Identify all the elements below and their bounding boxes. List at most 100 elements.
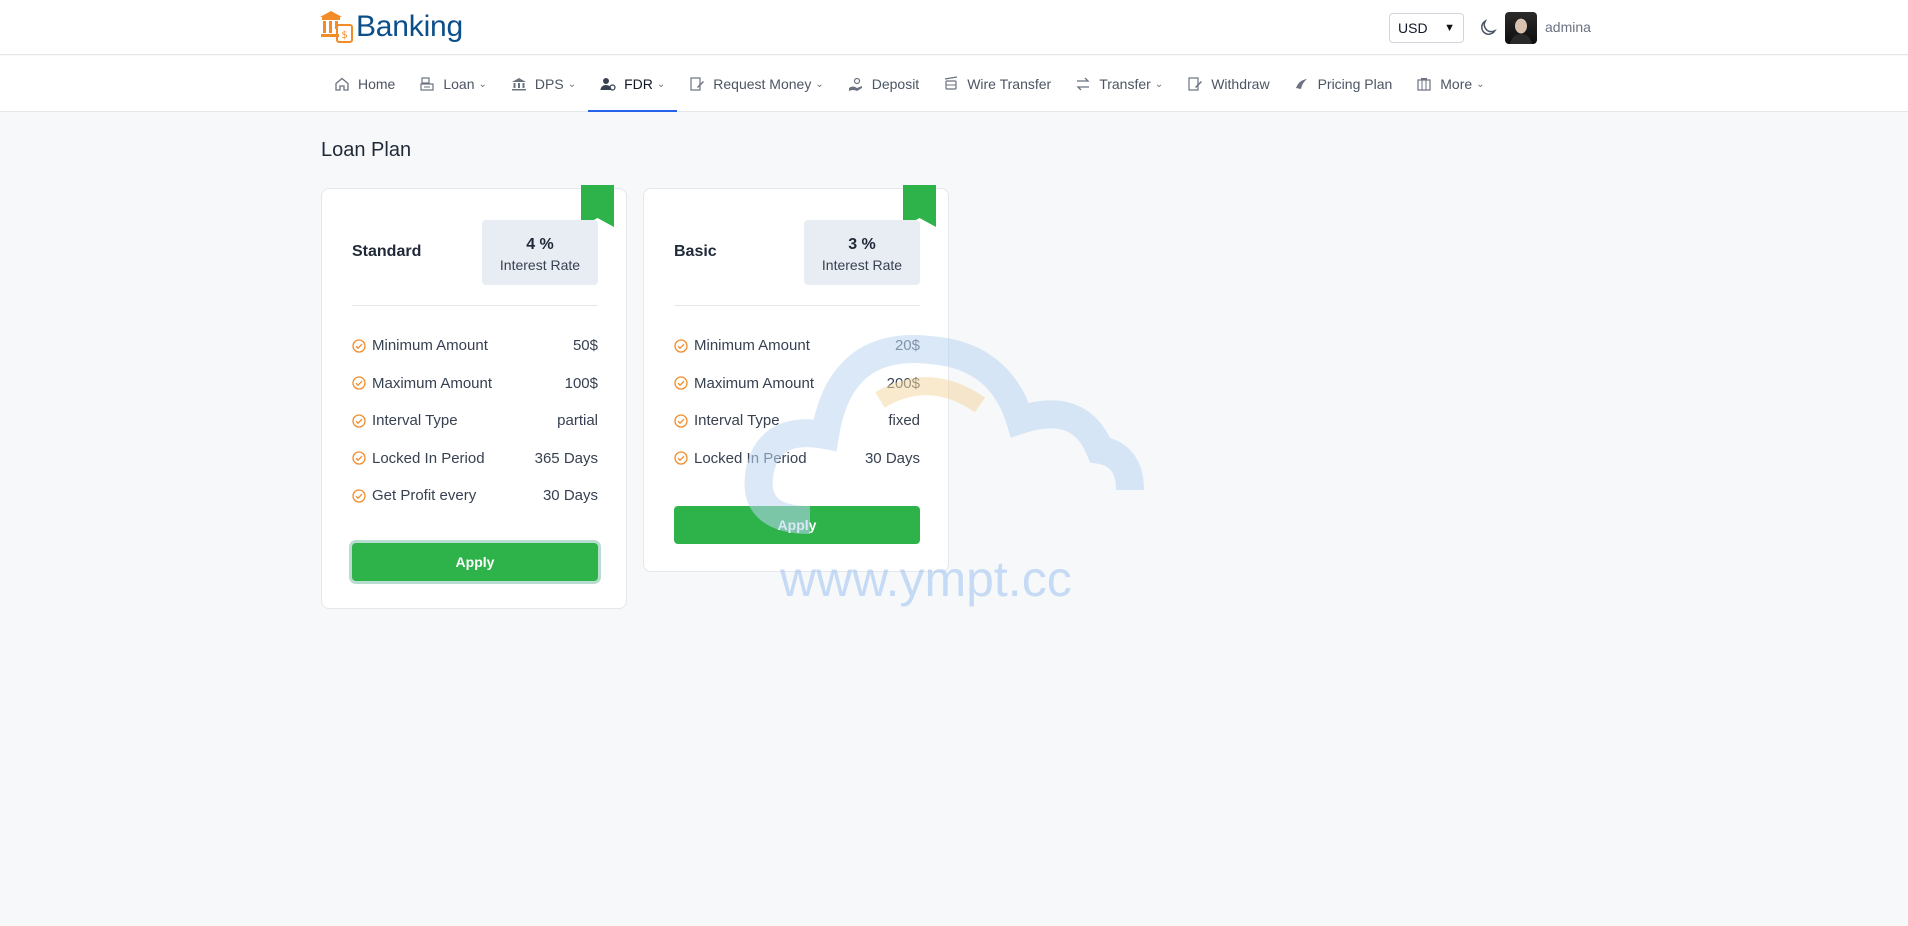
nav-item-dps[interactable]: DPS ⌄: [499, 56, 588, 112]
chevron-down-icon: ⌄: [1154, 78, 1164, 90]
chevron-down-icon: ⌄: [656, 78, 666, 90]
nav-label: Pricing Plan: [1317, 76, 1393, 92]
feature-value: 200$: [886, 374, 920, 392]
plan-features: Minimum Amount 50$ Maximum Amount 100$ I…: [352, 337, 598, 525]
chevron-down-icon: ⌄: [478, 78, 487, 90]
nav-item-fdr[interactable]: FDR ⌄: [588, 56, 678, 112]
nav-label: Home: [358, 76, 396, 92]
check-circle-icon: [352, 451, 366, 465]
chevron-down-icon: ▼: [1444, 22, 1455, 34]
money-request-icon: [690, 77, 705, 91]
user-lock-icon: [600, 78, 616, 91]
nav-item-deposit[interactable]: Deposit: [836, 56, 931, 112]
plan-card-standard: Standard 4 % Interest Rate Minimum Amoun…: [321, 185, 627, 609]
pricing-icon: [1295, 79, 1307, 89]
nav-item-withdraw[interactable]: Withdraw: [1175, 56, 1281, 112]
brand-logo[interactable]: $ Banking: [320, 9, 463, 45]
currency-value: USD: [1398, 20, 1428, 36]
feature-row: Interval Type fixed: [674, 412, 920, 450]
apply-button[interactable]: Apply: [352, 543, 598, 581]
nav-label: Loan: [443, 76, 475, 92]
feature-value: partial: [557, 412, 598, 429]
wire-icon: [945, 76, 958, 90]
page-title: Loan Plan: [321, 139, 412, 161]
check-circle-icon: [352, 376, 366, 390]
feature-label: Maximum Amount: [372, 374, 493, 392]
check-circle-icon: [674, 413, 688, 428]
feature-value: fixed: [888, 412, 920, 429]
feature-row: Locked In Period 30 Days: [674, 450, 920, 488]
feature-label: Locked In Period: [372, 449, 485, 467]
feature-value: 30 Days: [542, 487, 598, 504]
bank-logo-icon: $: [320, 11, 353, 43]
brand-name: Banking: [356, 10, 464, 43]
check-circle-icon: [352, 413, 366, 428]
check-circle-icon: [674, 338, 688, 353]
nav-item-more[interactable]: More ⌄: [1404, 56, 1496, 112]
feature-row: Locked In Period 365 Days: [352, 450, 598, 488]
check-circle-icon: [674, 451, 688, 465]
chevron-down-icon: ⌄: [815, 78, 824, 90]
interest-rate-box: 3 % Interest Rate: [804, 220, 920, 285]
nav-item-pricing-plan[interactable]: Pricing Plan: [1282, 56, 1405, 112]
plan-name: Standard: [352, 243, 422, 260]
feature-row: Interval Type partial: [352, 412, 598, 450]
feature-value: 50$: [572, 337, 598, 354]
nav-item-transfer[interactable]: Transfer ⌄: [1063, 56, 1175, 112]
plan-card-basic: Basic 3 % Interest Rate Minimum Amount 2…: [643, 185, 949, 572]
feature-label: Maximum Amount: [694, 374, 815, 392]
chevron-down-icon: ⌄: [567, 78, 577, 90]
check-circle-icon: [674, 376, 688, 390]
feature-row: Maximum Amount 200$: [674, 375, 920, 413]
nav-item-request-money[interactable]: Request Money ⌄: [677, 56, 835, 112]
main-nav: Home Loan ⌄ DPS ⌄ FDR ⌄ Request Money ⌄ …: [0, 56, 1908, 112]
avatar-photo-icon: [1510, 18, 1532, 44]
feature-label: Minimum Amount: [372, 337, 488, 354]
apply-button[interactable]: Apply: [674, 506, 920, 544]
moon-icon[interactable]: [1478, 18, 1498, 38]
nav-label: Deposit: [871, 76, 920, 92]
interest-rate-value: 3 %: [848, 236, 876, 253]
username[interactable]: admina: [1545, 19, 1591, 35]
deposit-icon: [848, 77, 862, 91]
interest-rate-value: 4 %: [526, 236, 554, 253]
feature-label: Locked In Period: [694, 449, 807, 467]
svg-text:$: $: [341, 30, 347, 41]
nav-item-loan[interactable]: Loan ⌄: [407, 56, 499, 112]
plan-name: Basic: [674, 243, 717, 260]
feature-row: Minimum Amount 20$: [674, 337, 920, 375]
feature-value: 100$: [564, 374, 598, 392]
check-circle-icon: [352, 488, 366, 503]
feature-value: 20$: [894, 337, 920, 354]
feature-value: 30 Days: [864, 449, 920, 467]
nav-item-home[interactable]: Home: [322, 56, 407, 112]
feature-label: Interval Type: [694, 412, 780, 429]
feature-row: Maximum Amount 100$: [352, 375, 598, 413]
nav-label: FDR: [624, 76, 653, 92]
swap-icon: [1076, 77, 1090, 91]
more-icon: [1417, 78, 1431, 91]
nav-item-wire-transfer[interactable]: Wire Transfer: [931, 56, 1063, 112]
top-header: $ Banking USD ▼ admina: [0, 0, 1908, 55]
nav-label: Wire Transfer: [967, 76, 1052, 92]
interest-rate-label: Interest Rate: [821, 257, 903, 273]
chevron-down-icon: ⌄: [1476, 78, 1485, 90]
nav-label: Transfer: [1099, 76, 1151, 92]
interest-rate-label: Interest Rate: [499, 257, 581, 273]
feature-label: Minimum Amount: [694, 337, 810, 354]
withdraw-icon: [1188, 77, 1203, 91]
nav-label: Withdraw: [1211, 76, 1270, 92]
home-icon: [335, 77, 349, 91]
currency-select[interactable]: USD ▼: [1389, 13, 1464, 43]
feature-label: Interval Type: [372, 412, 458, 429]
feature-row: Minimum Amount 50$: [352, 337, 598, 375]
avatar[interactable]: [1505, 12, 1537, 44]
nav-label: Request Money: [713, 76, 812, 92]
check-circle-icon: [352, 338, 366, 353]
divider: [674, 305, 920, 306]
interest-rate-box: 4 % Interest Rate: [482, 220, 598, 285]
feature-row: Get Profit every 30 Days: [352, 487, 598, 525]
feature-value: 365 Days: [534, 449, 598, 467]
nav-label: More: [1440, 76, 1473, 92]
feature-label: Get Profit every: [372, 487, 477, 504]
